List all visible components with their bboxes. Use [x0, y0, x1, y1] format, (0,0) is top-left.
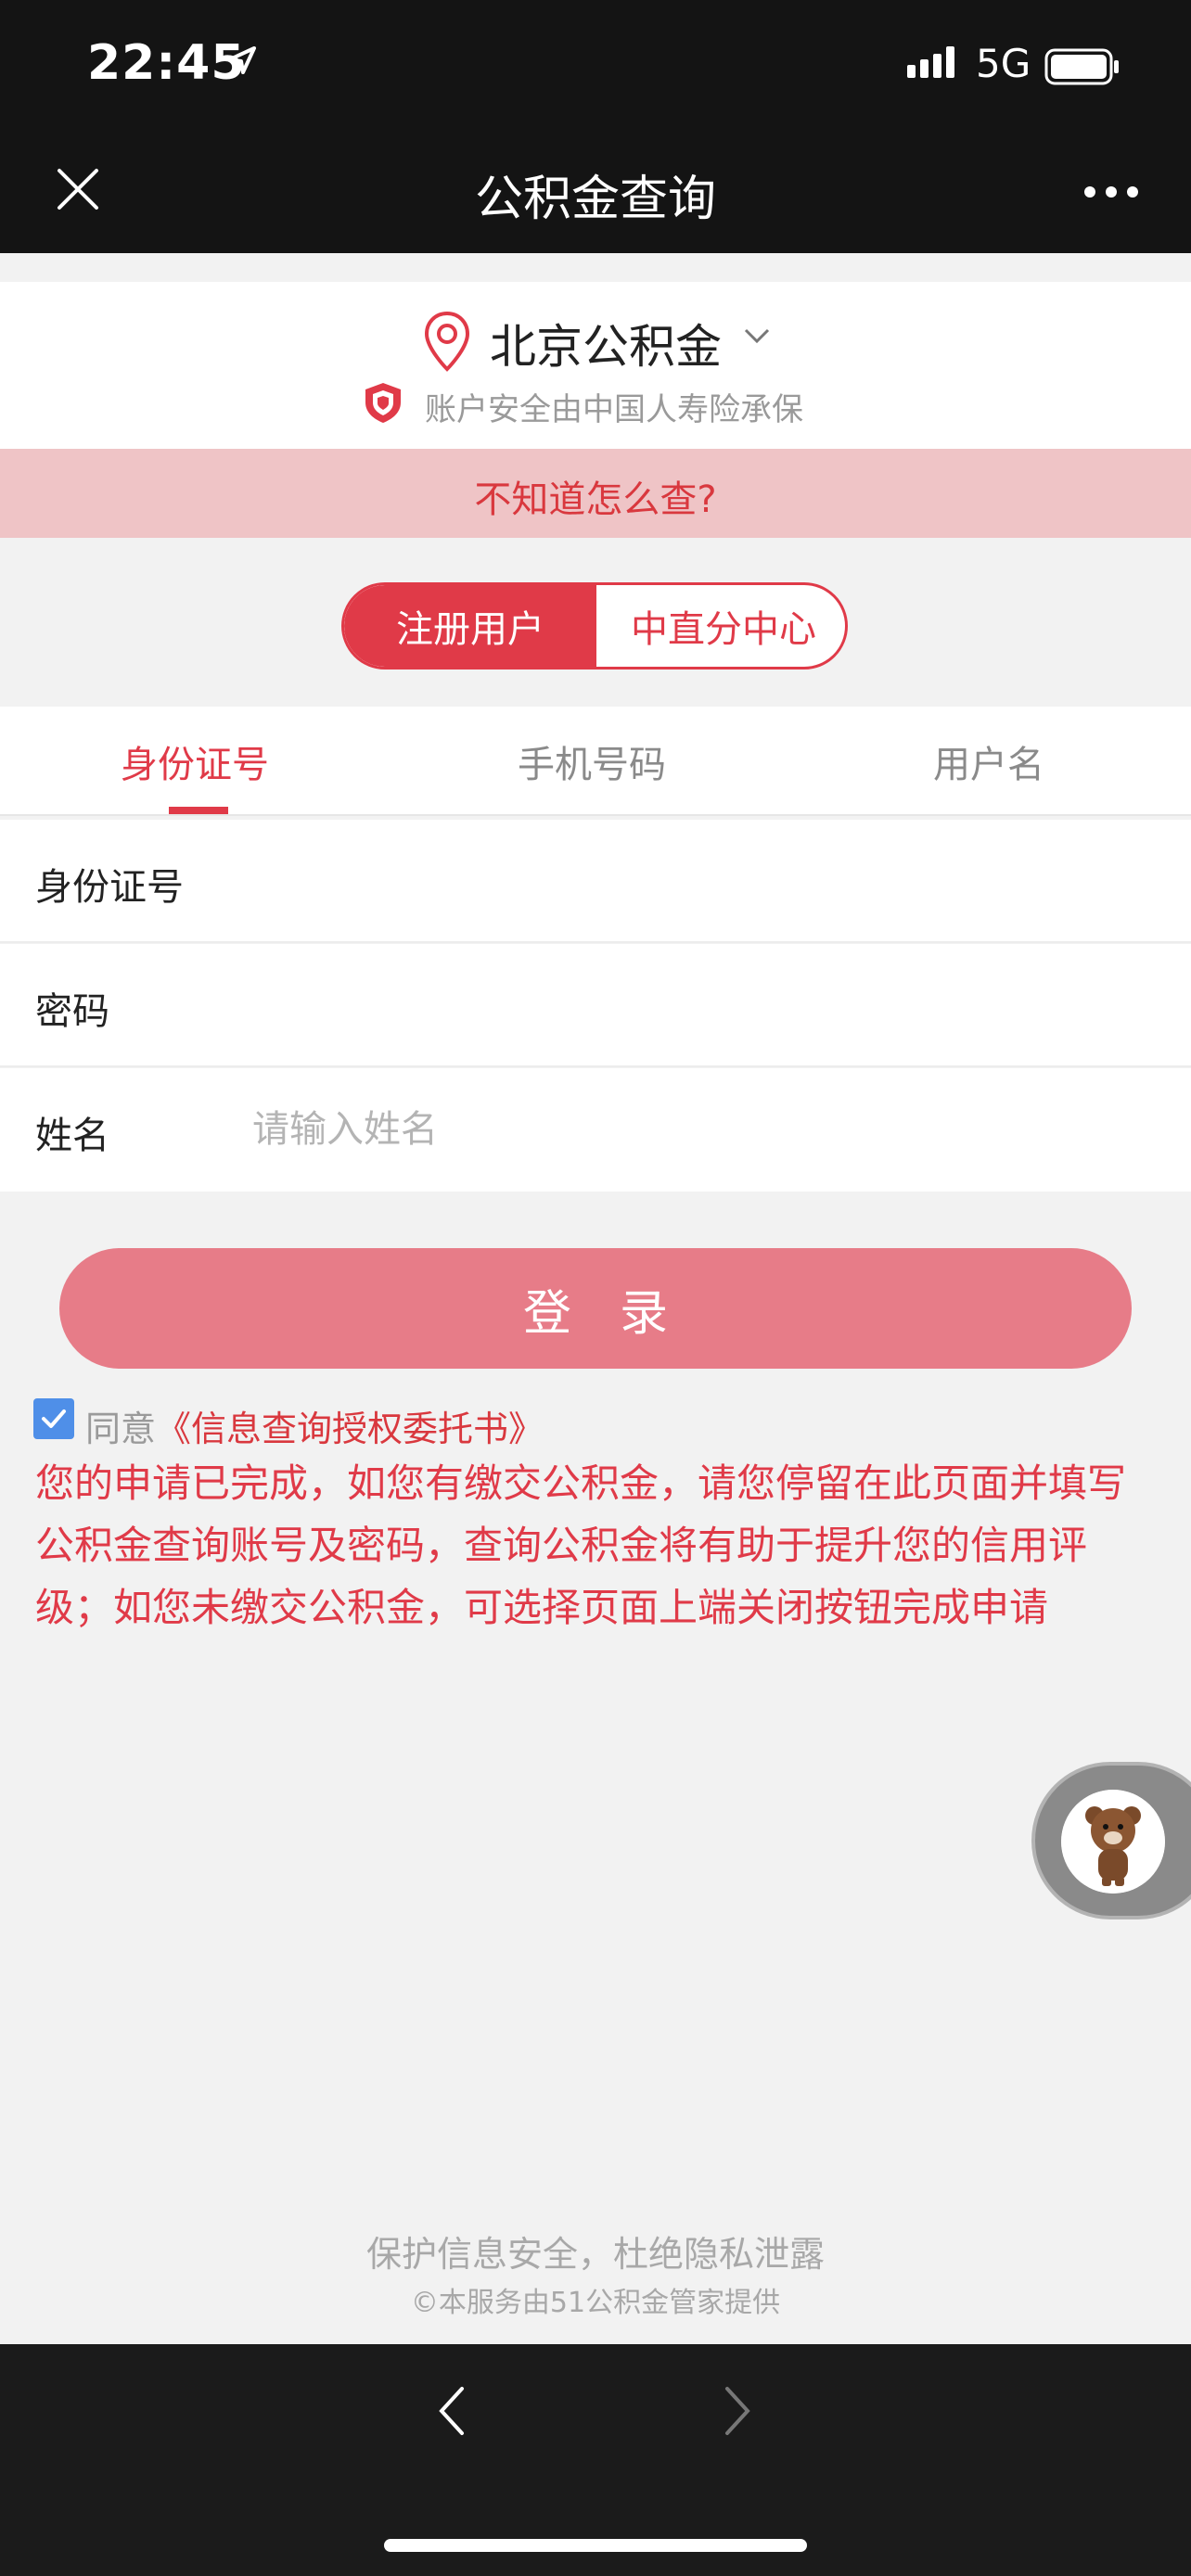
help-link[interactable]: 不知道怎么查? — [0, 469, 1191, 523]
agreement-text: 同意《信息查询授权委托书》 — [85, 1400, 544, 1451]
agreement-link[interactable]: 《信息查询授权委托书》 — [156, 1409, 544, 1449]
id-number-input[interactable] — [250, 848, 1145, 914]
bear-avatar-icon[interactable] — [1061, 1790, 1165, 1894]
id-number-label: 身份证号 — [35, 866, 184, 909]
login-button[interactable]: 登录 — [59, 1248, 1132, 1369]
insurance-note: 账户安全由中国人寿险承保 — [425, 391, 803, 428]
password-row: 密码 — [0, 944, 1191, 1067]
city-name[interactable]: 北京公积金 — [490, 310, 722, 376]
back-arrow-icon[interactable] — [436, 2385, 469, 2437]
chevron-down-icon[interactable] — [742, 326, 772, 345]
name-input[interactable] — [250, 1096, 1145, 1163]
battery-icon — [1044, 48, 1119, 85]
shield-icon — [365, 383, 401, 423]
id-number-row: 身份证号 — [0, 820, 1191, 943]
user-type-segment: 注册用户 中直分中心 — [341, 582, 848, 670]
status-time: 22:45 — [87, 35, 246, 91]
page-title: 公积金查询 — [474, 172, 716, 227]
location-pin-icon — [424, 311, 470, 372]
password-label: 密码 — [35, 990, 109, 1033]
completion-notice: 您的申请已完成，如您有缴交公积金，请您停留在此页面并填写公积金查询账号及密码，查… — [35, 1460, 1127, 1630]
more-icon[interactable] — [1083, 185, 1139, 198]
footer-provider-note: ©本服务由51公积金管家提供 — [410, 2287, 781, 2319]
forward-arrow-icon[interactable] — [720, 2385, 753, 2437]
footer-security-note: 保护信息安全，杜绝隐私泄露 — [365, 2234, 825, 2275]
agreement-prefix: 同意 — [85, 1409, 157, 1449]
password-input[interactable] — [250, 972, 1145, 1039]
tab-active-indicator — [169, 807, 228, 814]
login-method-tabs: 身份证号 手机号码 用户名 — [0, 707, 1191, 816]
home-indicator — [384, 2539, 807, 2552]
checkbox-checked-icon[interactable] — [33, 1398, 74, 1439]
segment-registered-user[interactable]: 注册用户 — [344, 585, 596, 667]
name-label: 姓名 — [35, 1115, 109, 1157]
tab-username[interactable]: 用户名 — [933, 734, 1044, 788]
network-type: 5G — [976, 41, 1031, 86]
tab-id-number[interactable]: 身份证号 — [121, 734, 269, 788]
segment-central-branch[interactable]: 中直分中心 — [596, 585, 845, 667]
signal-icon — [907, 46, 954, 78]
location-arrow-icon — [228, 46, 256, 74]
tab-phone-number[interactable]: 手机号码 — [518, 734, 666, 788]
name-row: 姓名 — [0, 1068, 1191, 1192]
